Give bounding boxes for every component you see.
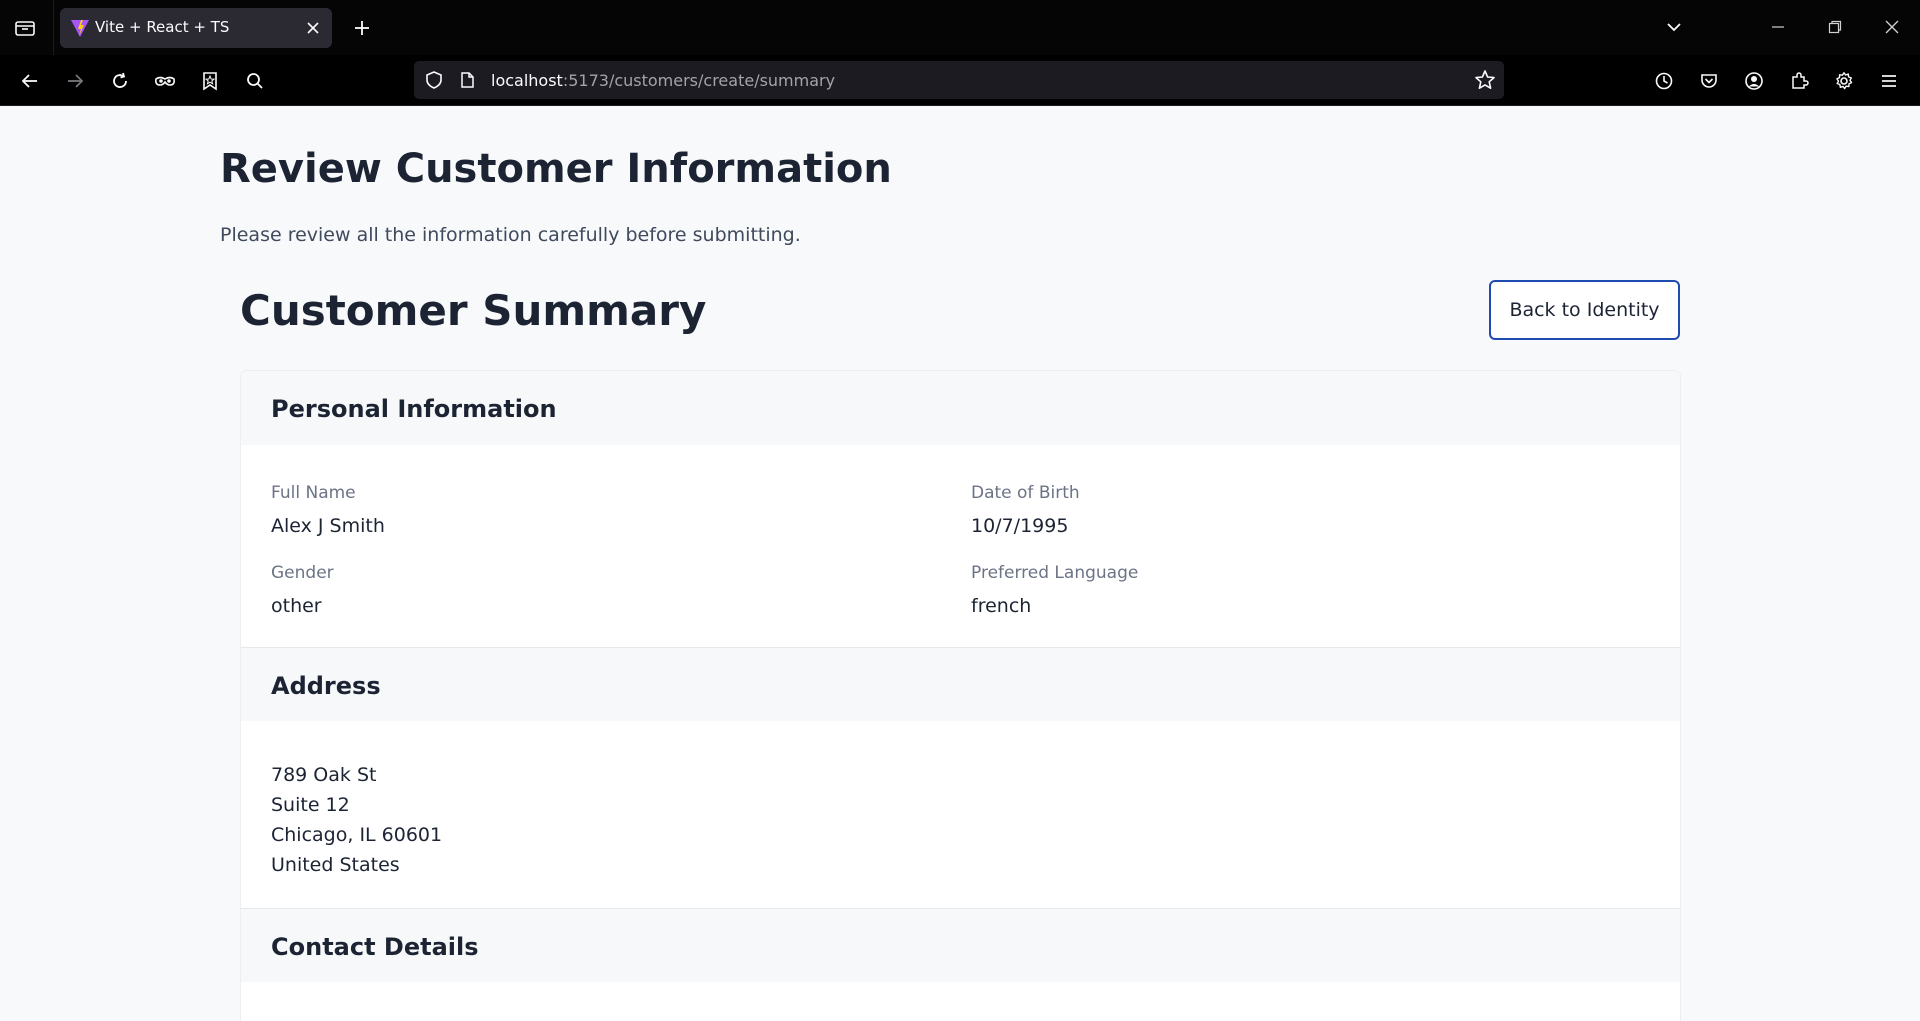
contact-header: Contact Details (241, 908, 1680, 982)
url-host: localhost (491, 71, 563, 90)
restore-icon[interactable] (1819, 12, 1851, 42)
dob-label: Date of Birth (971, 483, 1080, 503)
search-icon[interactable] (240, 66, 270, 96)
tab-separator (53, 0, 54, 55)
minimize-icon[interactable] (1762, 12, 1794, 42)
section-title-address: Address (271, 672, 381, 700)
shield-icon[interactable] (424, 70, 444, 90)
reload-icon[interactable] (105, 66, 135, 96)
page-icon (458, 71, 476, 89)
full-name-label: Full Name (271, 483, 356, 503)
close-icon[interactable] (302, 17, 324, 39)
chevron-down-icon[interactable] (1658, 12, 1690, 42)
plus-icon[interactable] (348, 14, 376, 42)
window-close-icon[interactable] (1876, 12, 1908, 42)
full-name-value: Alex J Smith (271, 515, 385, 537)
back-to-identity-button[interactable]: Back to Identity (1489, 280, 1680, 340)
tab-list-icon[interactable] (10, 14, 40, 42)
page-title: Review Customer Information (220, 146, 892, 192)
page-content: Review Customer Information Please revie… (0, 106, 1920, 1021)
address-line: Chicago, IL 60601 (271, 824, 443, 846)
summary-card: Personal Information Full Name Alex J Sm… (240, 370, 1681, 1021)
summary-title: Customer Summary (240, 286, 707, 335)
account-icon[interactable] (1739, 66, 1769, 96)
section-title-contact: Contact Details (271, 933, 479, 961)
browser-toolbar: localhost:5173/customers/create/summary (0, 55, 1920, 106)
url-path: :5173/customers/create/summary (562, 71, 836, 90)
mask-icon[interactable] (150, 66, 180, 96)
gear-icon[interactable] (1829, 66, 1859, 96)
url-text[interactable]: localhost:5173/customers/create/summary (491, 71, 835, 90)
address-line: 789 Oak St (271, 764, 377, 786)
puzzle-icon[interactable] (1784, 66, 1814, 96)
address-line: United States (271, 854, 400, 876)
browser-tab-bar: Vite + React + TS (0, 0, 1920, 55)
browser-tab[interactable]: Vite + React + TS (60, 8, 332, 48)
bookmark-star-icon[interactable] (195, 66, 225, 96)
pocket-icon[interactable] (1694, 66, 1724, 96)
page-subtitle: Please review all the information carefu… (220, 224, 801, 246)
address-header: Address (241, 647, 1680, 721)
tab-title: Vite + React + TS (95, 18, 230, 36)
dob-value: 10/7/1995 (971, 515, 1069, 537)
arrow-left-icon[interactable] (15, 66, 45, 96)
arrow-right-icon[interactable] (60, 66, 90, 96)
personal-info-header: Personal Information (241, 371, 1680, 445)
gender-value: other (271, 595, 322, 617)
address-line: Suite 12 (271, 794, 350, 816)
language-label: Preferred Language (971, 563, 1139, 583)
history-icon[interactable] (1649, 66, 1679, 96)
vite-logo-icon (70, 18, 90, 38)
section-title-personal: Personal Information (271, 395, 557, 423)
language-value: french (971, 595, 1032, 617)
url-bar[interactable]: localhost:5173/customers/create/summary (414, 61, 1504, 99)
hamburger-menu-icon[interactable] (1874, 66, 1904, 96)
star-icon[interactable] (1474, 69, 1496, 91)
gender-label: Gender (271, 563, 334, 583)
